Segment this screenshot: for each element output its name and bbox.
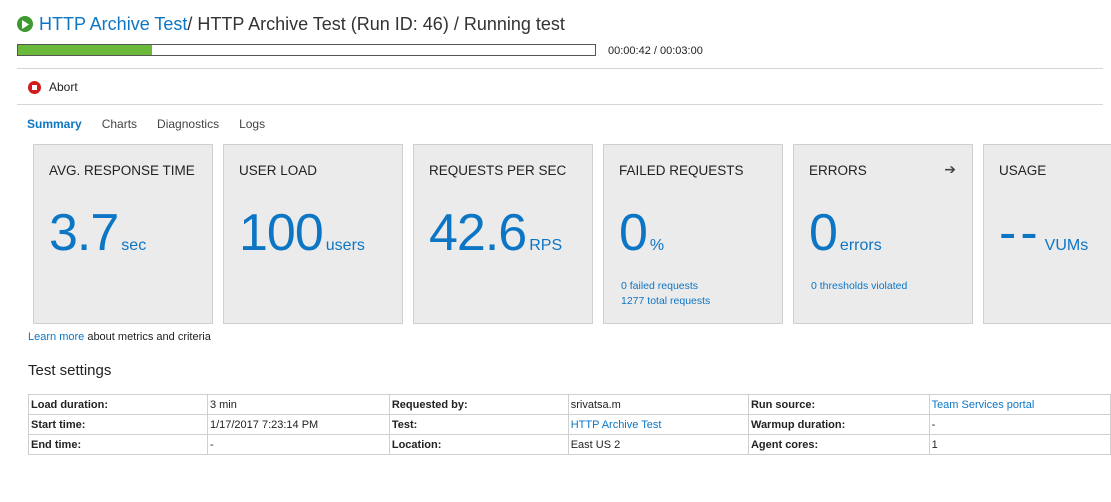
metric-unit: users: [325, 237, 365, 254]
card-value: -- VUMs: [999, 203, 1088, 263]
setting-label: Agent cores:: [747, 434, 930, 455]
tab-logs[interactable]: Logs: [239, 117, 265, 131]
setting-value: -: [928, 414, 1111, 435]
breadcrumb-run-title: / HTTP Archive Test (Run ID: 46) / Runni…: [187, 13, 565, 34]
setting-label: Run source:: [747, 394, 930, 415]
setting-value: 1/17/2017 7:23:14 PM: [206, 414, 390, 435]
metric-unit: %: [649, 237, 665, 254]
failed-requests-card: FAILED REQUESTS 0 % 0 failed requests 12…: [603, 144, 783, 324]
table-row: End time: - Location: East US 2 Agent cores:…: [28, 434, 1111, 455]
card-value: 0 %: [619, 203, 664, 263]
card-title: AVG. RESPONSE TIME: [49, 163, 195, 178]
test-settings-heading: Test settings: [28, 362, 112, 379]
learn-more-text: Learn more about metrics and criteria: [28, 331, 211, 343]
abort-button[interactable]: Abort: [28, 80, 78, 94]
requests-per-sec-card: REQUESTS PER SEC 42.6 RPS: [413, 144, 593, 324]
metric-unit: VUMs: [1044, 237, 1089, 254]
metric-unit: RPS: [529, 237, 563, 254]
metric-value: 42.6: [429, 204, 527, 262]
setting-value: 1: [928, 434, 1111, 455]
metric-value: 0: [809, 204, 838, 262]
user-load-card: USER LOAD 100 users: [223, 144, 403, 324]
card-value: 100 users: [239, 203, 365, 263]
table-row: Start time: 1/17/2017 7:23:14 PM Test: HTTP…: [28, 414, 1111, 435]
metric-value: 0: [619, 204, 648, 262]
thresholds-violated-link[interactable]: 0 thresholds violated: [811, 280, 907, 292]
progress-fill: [18, 45, 153, 55]
card-title: FAILED REQUESTS: [619, 163, 744, 178]
tab-charts[interactable]: Charts: [102, 117, 137, 131]
usage-card: USAGE -- VUMs: [983, 144, 1111, 324]
elapsed-time: 00:00:42 / 00:03:00: [608, 45, 703, 57]
test-settings-table: Load duration: 3 min Requested by: srivatsa…: [28, 394, 1111, 455]
errors-card: ERRORS ➔ 0 errors 0 thresholds violated: [793, 144, 973, 324]
setting-label: Warmup duration:: [747, 414, 930, 435]
setting-label: Test:: [388, 414, 569, 435]
learn-more-link[interactable]: Learn more: [28, 331, 84, 343]
setting-value: East US 2: [567, 434, 749, 455]
test-progress-bar: [17, 44, 596, 56]
card-title: REQUESTS PER SEC: [429, 163, 567, 178]
metric-value: 100: [239, 204, 324, 262]
play-circle-icon: [17, 16, 33, 32]
card-title: USER LOAD: [239, 163, 318, 178]
setting-label: Load duration:: [28, 394, 208, 415]
card-title: USAGE: [999, 163, 1047, 178]
tab-diagnostics[interactable]: Diagnostics: [157, 117, 219, 131]
divider: [17, 68, 1103, 69]
learn-more-rest: about metrics and criteria: [84, 331, 211, 343]
setting-label: End time:: [28, 434, 208, 455]
metric-unit: errors: [839, 237, 882, 254]
setting-value[interactable]: Team Services portal: [928, 394, 1111, 415]
stop-circle-icon: [28, 80, 41, 94]
setting-value: 3 min: [206, 394, 390, 415]
setting-label: Location:: [388, 434, 569, 455]
card-value: 0 errors: [809, 203, 882, 263]
metric-value: 3.7: [49, 204, 119, 262]
metric-value: --: [999, 204, 1042, 262]
setting-label: Start time:: [28, 414, 208, 435]
tab-bar: Summary Charts Diagnostics Logs: [27, 117, 285, 131]
metric-unit: sec: [121, 237, 147, 254]
abort-label: Abort: [49, 80, 78, 94]
setting-label: Requested by:: [388, 394, 569, 415]
setting-value[interactable]: HTTP Archive Test: [567, 414, 749, 435]
setting-value: srivatsa.m: [567, 394, 749, 415]
card-title: ERRORS: [809, 163, 867, 178]
card-value: 42.6 RPS: [429, 203, 562, 263]
total-requests-link[interactable]: 1277 total requests: [621, 295, 710, 307]
card-value: 3.7 sec: [49, 203, 146, 263]
setting-value: -: [206, 434, 390, 455]
tab-summary[interactable]: Summary: [27, 117, 82, 131]
avg-response-time-card: AVG. RESPONSE TIME 3.7 sec: [33, 144, 213, 324]
page-title: HTTP Archive Test / HTTP Archive Test (R…: [17, 10, 565, 38]
arrow-right-icon[interactable]: ➔: [944, 161, 956, 178]
table-row: Load duration: 3 min Requested by: srivatsa…: [28, 394, 1111, 415]
failed-requests-link[interactable]: 0 failed requests: [621, 280, 698, 292]
divider: [17, 104, 1103, 105]
breadcrumb-test-link[interactable]: HTTP Archive Test: [39, 14, 187, 35]
